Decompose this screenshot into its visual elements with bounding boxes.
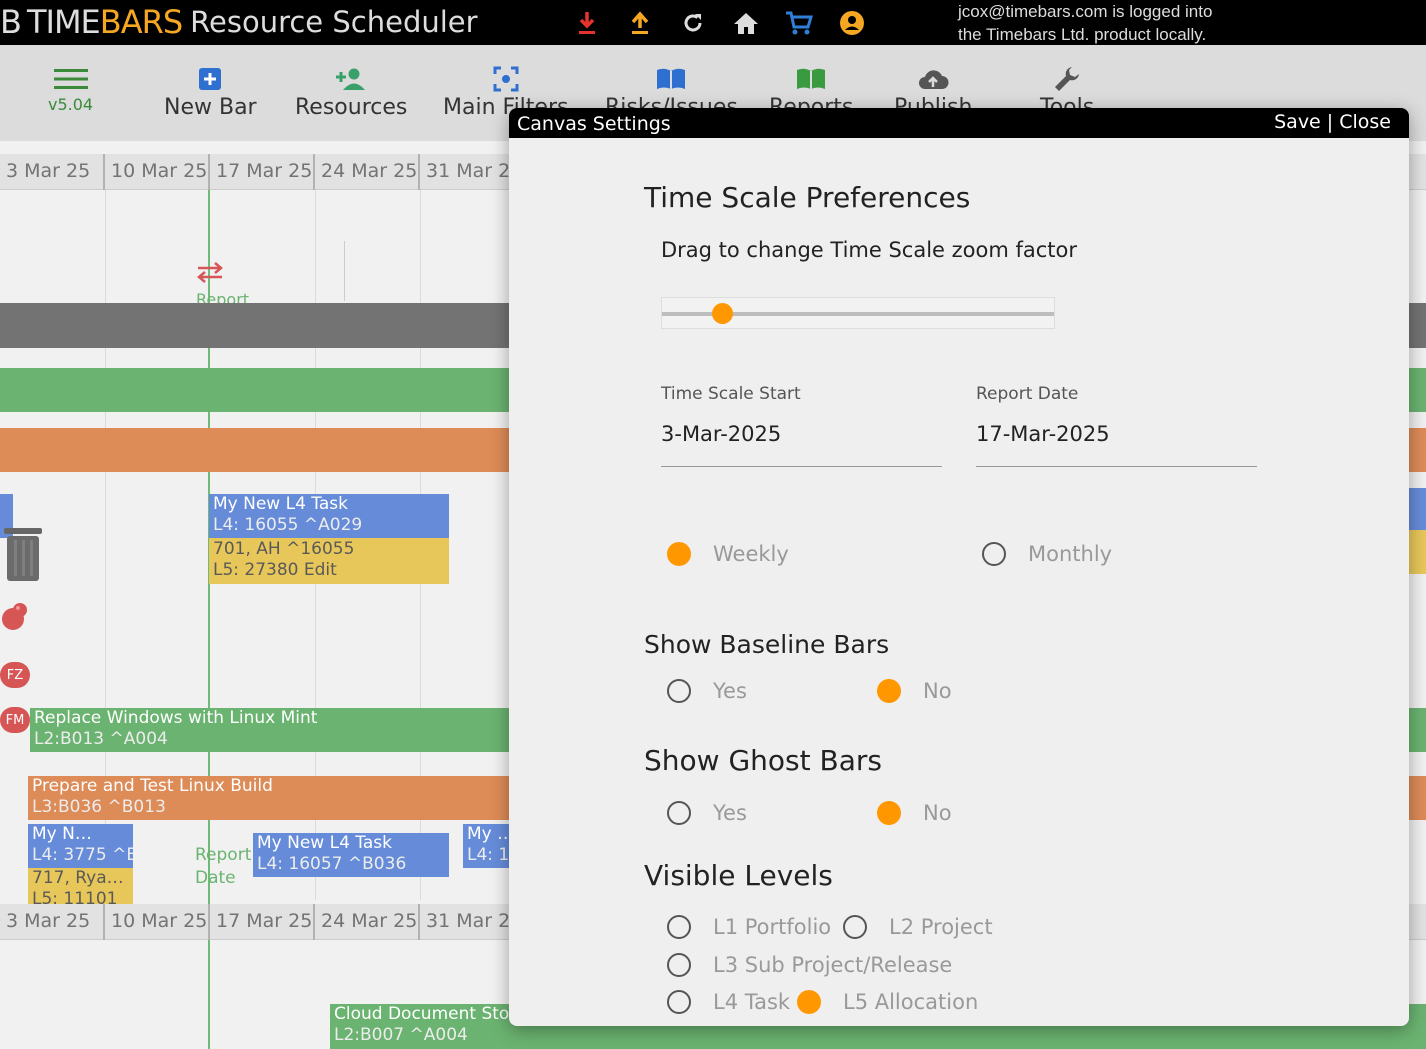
- ghost-no-radio[interactable]: No: [877, 801, 952, 825]
- monthly-radio[interactable]: Monthly: [982, 542, 1112, 566]
- report-book-icon: [797, 68, 826, 89]
- level-l4-toggle[interactable]: L4 Task: [667, 990, 790, 1014]
- dialog-header: Canvas Settings Save | Close: [509, 108, 1409, 138]
- level-l3-toggle[interactable]: L3 Sub Project/Release: [667, 953, 952, 977]
- wrench-icon: [1055, 67, 1080, 91]
- top-bar: B TIMEBARS Resource Scheduler jcox@timeb…: [0, 0, 1426, 45]
- baseline-title: Show Baseline Bars: [644, 630, 890, 659]
- time-scale-start-input[interactable]: [661, 422, 942, 467]
- resources-button[interactable]: Resources: [295, 63, 407, 120]
- save-button[interactable]: Save: [1274, 111, 1321, 133]
- level-l1-toggle[interactable]: L1 Portfolio: [667, 915, 831, 939]
- radio-selected-icon: [797, 990, 821, 1014]
- time-scale-title: Time Scale Preferences: [644, 181, 971, 214]
- radio-selected-icon: [667, 542, 691, 566]
- radio-unselected-icon: [667, 953, 691, 977]
- report-date-field: Report Date: [976, 384, 1257, 467]
- radio-selected-icon: [877, 801, 901, 825]
- filter-focus-icon: [493, 66, 519, 92]
- visible-levels-title: Visible Levels: [644, 859, 833, 892]
- close-button[interactable]: Close: [1339, 111, 1391, 133]
- report-date-input[interactable]: [976, 422, 1257, 467]
- level-l2-toggle[interactable]: L2 Project: [843, 915, 993, 939]
- add-box-icon: [199, 68, 222, 90]
- brand-name: TIMEBARS: [26, 3, 183, 41]
- menu-button[interactable]: v5.04: [48, 63, 93, 114]
- version-label: v5.04: [48, 95, 94, 114]
- login-status: jcox@timebars.com is logged into the Tim…: [958, 2, 1213, 44]
- upload-icon[interactable]: [613, 8, 666, 38]
- app-name: Resource Scheduler: [190, 5, 478, 39]
- book-icon: [657, 68, 686, 89]
- baseline-yes-radio[interactable]: Yes: [667, 679, 747, 703]
- radio-unselected-icon: [667, 915, 691, 939]
- radio-unselected-icon: [843, 915, 867, 939]
- time-scale-start-field: Time Scale Start: [661, 384, 942, 467]
- slider-thumb[interactable]: [712, 303, 733, 324]
- cloud-upload-icon: [919, 70, 949, 89]
- baseline-no-radio[interactable]: No: [877, 679, 952, 703]
- ghost-yes-radio[interactable]: Yes: [667, 801, 747, 825]
- hamburger-icon: [53, 69, 88, 89]
- dialog-title: Canvas Settings: [517, 113, 671, 135]
- canvas-settings-dialog: Canvas Settings Save | Close Time Scale …: [509, 108, 1409, 1026]
- radio-selected-icon: [877, 679, 901, 703]
- timebars-logo: B: [0, 3, 22, 41]
- action-separator: |: [1320, 111, 1340, 133]
- top-icons: [560, 8, 878, 38]
- dialog-actions: Save | Close: [1274, 111, 1391, 133]
- new-bar-button[interactable]: New Bar: [164, 63, 257, 120]
- level-l5-toggle[interactable]: L5 Allocation: [797, 990, 978, 1014]
- add-person-icon: [336, 68, 366, 90]
- weekly-radio[interactable]: Weekly: [667, 542, 789, 566]
- user-icon[interactable]: [825, 8, 878, 38]
- radio-unselected-icon: [667, 990, 691, 1014]
- download-icon[interactable]: [560, 8, 613, 38]
- slider-label: Drag to change Time Scale zoom factor: [661, 238, 1078, 262]
- radio-unselected-icon: [982, 542, 1006, 566]
- ghost-title: Show Ghost Bars: [644, 744, 882, 777]
- dialog-body: Time Scale Preferences Drag to change Ti…: [509, 138, 1409, 1026]
- radio-unselected-icon: [667, 801, 691, 825]
- refresh-icon[interactable]: [666, 8, 719, 38]
- brand: B TIMEBARS Resource Scheduler: [0, 2, 478, 42]
- cart-icon[interactable]: [772, 8, 825, 38]
- home-icon[interactable]: [719, 8, 772, 38]
- radio-unselected-icon: [667, 679, 691, 703]
- zoom-slider[interactable]: [661, 297, 1055, 329]
